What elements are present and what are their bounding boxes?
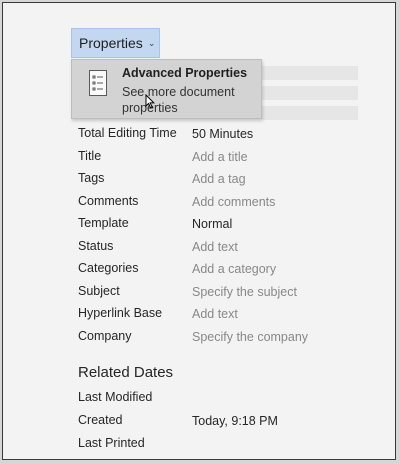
property-label: Comments	[78, 193, 139, 208]
company-field[interactable]: Specify the company	[192, 330, 308, 344]
ghost-field	[262, 66, 358, 80]
property-label: Subject	[78, 283, 120, 298]
property-row-comments: Comments Add comments	[78, 192, 378, 215]
property-label: Company	[78, 328, 132, 343]
date-value: Today, 9:18 PM	[192, 414, 278, 428]
property-value: Normal	[192, 217, 233, 231]
property-list-icon	[89, 70, 107, 96]
title-field[interactable]: Add a title	[192, 150, 248, 164]
mouse-cursor-icon	[145, 93, 155, 114]
property-row-title: Title Add a title	[78, 147, 378, 170]
property-row-company: Company Specify the company	[78, 327, 378, 350]
properties-dropdown-button[interactable]: Properties ⌄	[71, 28, 160, 58]
property-row-categories: Categories Add a category	[78, 259, 378, 282]
subject-field[interactable]: Specify the subject	[192, 285, 297, 299]
properties-list: Total Editing Time 50 Minutes Title Add …	[78, 124, 378, 349]
categories-field[interactable]: Add a category	[192, 262, 276, 276]
date-label: Created	[78, 413, 123, 427]
property-label: Title	[78, 148, 102, 163]
property-label: Categories	[78, 261, 139, 275]
property-label: Hyperlink Base	[78, 306, 163, 320]
ghost-field	[262, 106, 358, 120]
property-label: Total Editing Time	[78, 126, 177, 140]
related-dates-heading: Related Dates	[78, 364, 174, 381]
advanced-properties-description: See more document properties	[122, 85, 235, 115]
property-value: 50 Minutes	[192, 127, 254, 141]
date-label: Last Modified	[78, 390, 153, 404]
date-row-last-modified: Last Modified	[78, 388, 378, 411]
comments-field[interactable]: Add comments	[192, 195, 275, 209]
property-row-status: Status Add text	[78, 237, 378, 260]
property-label: Tags	[78, 171, 105, 185]
property-row-subject: Subject Specify the subject	[78, 282, 378, 305]
tags-field[interactable]: Add a tag	[192, 172, 246, 186]
date-label: Last Printed	[78, 436, 145, 450]
status-field[interactable]: Add text	[192, 240, 238, 254]
property-row-template: Template Normal	[78, 214, 378, 237]
property-label: Template	[78, 216, 129, 230]
advanced-properties-menu-item[interactable]: Advanced Properties See more document pr…	[71, 59, 262, 119]
property-row-hyperlink-base: Hyperlink Base Add text	[78, 304, 378, 327]
property-row-total-editing-time: Total Editing Time 50 Minutes	[78, 124, 378, 147]
properties-button-label: Properties	[79, 35, 143, 51]
ghost-field	[262, 86, 358, 100]
property-row-tags: Tags Add a tag	[78, 169, 378, 192]
property-label: Status	[78, 238, 114, 253]
chevron-down-icon: ⌄	[147, 37, 156, 48]
date-row-last-printed: Last Printed	[78, 434, 378, 457]
date-row-created: Created Today, 9:18 PM	[78, 411, 378, 434]
advanced-properties-title: Advanced Properties	[122, 66, 248, 80]
hyperlink-base-field[interactable]: Add text	[192, 307, 238, 321]
related-dates-list: Last Modified Created Today, 9:18 PM Las…	[78, 388, 378, 457]
